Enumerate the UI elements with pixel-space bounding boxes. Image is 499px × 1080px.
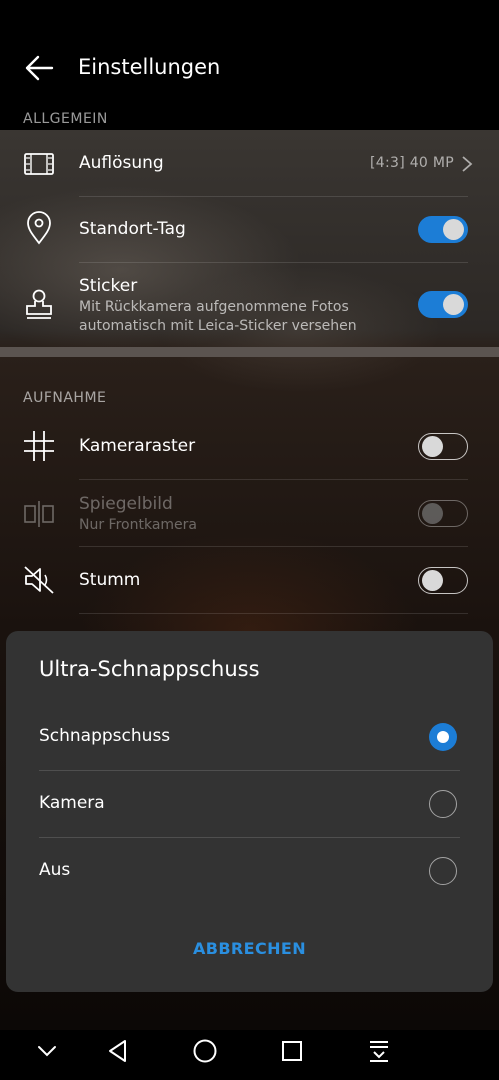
- setting-resolution[interactable]: Auflösung [4:3] 40 MP: [0, 131, 499, 197]
- setting-sticker-description-line2: automatisch mit Leica-Sticker versehen: [79, 318, 357, 334]
- option-label: Kamera: [39, 793, 105, 813]
- option-label: Schnappschuss: [39, 726, 171, 746]
- sticker-toggle[interactable]: [418, 291, 468, 318]
- system-navigation-bar: [0, 1020, 499, 1080]
- grid-icon: [24, 431, 54, 461]
- setting-camera-grid-label: Kameraraster: [79, 436, 196, 456]
- page-title: Einstellungen: [78, 55, 221, 79]
- radio-selected-icon[interactable]: [429, 723, 457, 751]
- mirror-icon: [24, 501, 54, 527]
- app-bar: Einstellungen: [0, 38, 499, 98]
- option-schnappschuss[interactable]: Schnappschuss: [6, 704, 493, 770]
- radio-unselected-icon[interactable]: [429, 790, 457, 818]
- location-pin-icon: [27, 211, 51, 245]
- cancel-button[interactable]: ABBRECHEN: [6, 939, 493, 958]
- speaker-muted-icon: [24, 566, 54, 594]
- option-aus[interactable]: Aus: [6, 838, 493, 904]
- setting-mute[interactable]: Stumm: [0, 547, 499, 614]
- section-header-general: ALLGEMEIN: [23, 111, 108, 127]
- setting-resolution-value: [4:3] 40 MP: [370, 155, 454, 171]
- back-triangle-icon[interactable]: [105, 1038, 131, 1064]
- setting-location-tag-label: Standort-Tag: [79, 219, 186, 239]
- setting-location-tag[interactable]: Standort-Tag: [0, 197, 499, 263]
- dialog-title: Ultra-Schnappschuss: [39, 657, 260, 681]
- setting-mirror-label: Spiegelbild: [79, 494, 173, 514]
- radio-unselected-icon[interactable]: [429, 857, 457, 885]
- setting-resolution-label: Auflösung: [79, 153, 164, 173]
- setting-sticker-description-line1: Mit Rückkamera aufgenommene Fotos: [79, 299, 349, 315]
- camera-grid-toggle[interactable]: [418, 433, 468, 460]
- setting-sticker-label: Sticker: [79, 276, 138, 296]
- setting-camera-grid[interactable]: Kameraraster: [0, 413, 499, 480]
- setting-sticker[interactable]: Sticker Mit Rückkamera aufgenommene Foto…: [0, 263, 499, 347]
- recents-square-icon[interactable]: [279, 1038, 305, 1064]
- setting-mirror-description: Nur Frontkamera: [79, 517, 197, 533]
- setting-mute-label: Stumm: [79, 570, 141, 590]
- mirror-toggle: [418, 500, 468, 527]
- mute-toggle[interactable]: [418, 567, 468, 594]
- back-arrow-icon[interactable]: [24, 54, 54, 82]
- notification-pull-icon[interactable]: [366, 1038, 392, 1064]
- chevron-right-icon: [462, 156, 473, 172]
- option-label: Aus: [39, 860, 71, 880]
- section-header-capture: AUFNAHME: [23, 390, 107, 406]
- chevron-down-icon[interactable]: [34, 1038, 60, 1064]
- stamp-icon: [26, 289, 52, 319]
- home-circle-icon[interactable]: [192, 1038, 218, 1064]
- film-frame-icon: [24, 153, 54, 175]
- option-kamera[interactable]: Kamera: [6, 771, 493, 837]
- section-separator: [0, 347, 499, 357]
- setting-mirror: Spiegelbild Nur Frontkamera: [0, 480, 499, 547]
- location-tag-toggle[interactable]: [418, 216, 468, 243]
- row-divider: [79, 613, 468, 614]
- ultra-snapshot-dialog: Ultra-Schnappschuss Schnappschuss Kamera…: [6, 631, 493, 992]
